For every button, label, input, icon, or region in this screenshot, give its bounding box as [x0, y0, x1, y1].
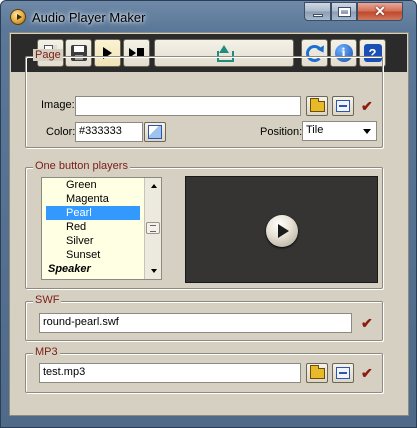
swf-group-legend: SWF [33, 294, 62, 306]
players-group-legend: One button players [33, 160, 130, 172]
clear-icon [336, 367, 350, 379]
position-select[interactable]: Tile [302, 121, 377, 141]
list-item-selected[interactable]: Pearl [46, 206, 140, 220]
scroll-thumb[interactable] [146, 222, 160, 234]
swf-check-icon[interactable]: ✔ [361, 316, 375, 330]
window-title: Audio Player Maker [32, 10, 146, 25]
close-icon: ✕ [374, 3, 386, 19]
scroll-up-button[interactable] [146, 179, 161, 193]
minimize-icon [312, 14, 323, 17]
app-window: Audio Player Maker ✕ i ? Page Image: ✔ C… [0, 0, 417, 428]
player-preview [185, 176, 378, 283]
position-label: Position: [260, 126, 303, 138]
browse-image-button[interactable] [306, 96, 328, 116]
mp3-check-icon[interactable]: ✔ [361, 366, 375, 380]
color-field[interactable]: #333333 [75, 122, 143, 142]
image-path-field[interactable] [75, 96, 301, 116]
maximize-button[interactable] [331, 2, 357, 21]
close-button[interactable]: ✕ [357, 2, 403, 21]
scroll-down-button[interactable] [146, 264, 161, 278]
play-icon [278, 224, 289, 238]
color-picker-button[interactable] [144, 122, 166, 142]
clear-mp3-button[interactable] [332, 363, 354, 383]
arrow-down-icon [150, 269, 157, 273]
clear-icon [336, 100, 350, 112]
clear-image-button[interactable] [332, 96, 354, 116]
browse-mp3-button[interactable] [306, 363, 328, 383]
image-label: Image: [41, 99, 75, 111]
title-bar[interactable]: Audio Player Maker ✕ [1, 1, 416, 33]
app-icon [10, 9, 26, 25]
mp3-filename-field[interactable]: test.mp3 [39, 363, 301, 383]
folder-open-icon [309, 97, 325, 112]
list-scrollbar[interactable] [144, 178, 161, 279]
mp3-group-legend: MP3 [33, 346, 60, 358]
maximize-icon [337, 6, 351, 17]
minimize-button[interactable] [304, 2, 331, 21]
arrow-up-icon [150, 184, 157, 188]
folder-open-icon [309, 364, 325, 379]
color-label: Color: [46, 126, 76, 138]
image-check-icon[interactable]: ✔ [361, 99, 375, 113]
page-group-legend: Page [33, 49, 63, 61]
color-picker-icon [148, 125, 162, 139]
position-selected-value: Tile [306, 124, 324, 136]
player-style-list[interactable]: Green Magenta Pearl Red Silver Sunset Sp… [41, 177, 162, 280]
swf-filename-field[interactable]: round-pearl.swf [39, 313, 352, 333]
preview-play-button[interactable] [266, 215, 298, 247]
chevron-down-icon [363, 129, 371, 134]
